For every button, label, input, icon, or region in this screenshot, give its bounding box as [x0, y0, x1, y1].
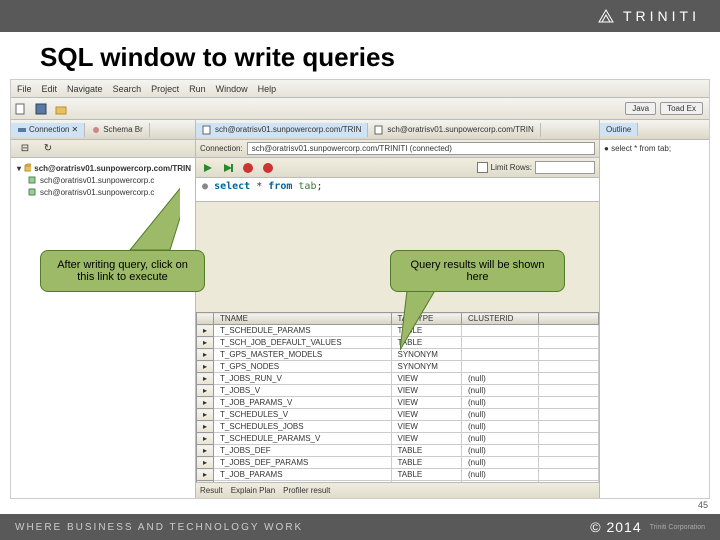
left-toolbar: ⊟ ↻: [11, 140, 195, 158]
callout-arrow-1: [120, 170, 180, 255]
triniti-logo: TRINITI: [597, 8, 700, 24]
brand-banner: TRINITI: [0, 0, 720, 32]
execution-toolbar: Limit Rows:: [196, 158, 599, 178]
limit-rows-label: Limit Rows:: [491, 163, 532, 172]
brand-name: TRINITI: [623, 8, 700, 24]
tab-outline[interactable]: Outline: [600, 123, 638, 136]
result-tab-profiler[interactable]: Profiler result: [283, 486, 330, 495]
menu-window[interactable]: Window: [216, 84, 248, 94]
tagline: WHERE BUSINESS AND TECHNOLOGY WORK: [15, 522, 303, 533]
slide-title: SQL window to write queries: [0, 32, 720, 79]
perspective-java[interactable]: Java: [625, 102, 656, 115]
schema-icon: [91, 125, 101, 135]
tab-connection[interactable]: Connection ✕: [11, 123, 85, 137]
execute-button[interactable]: [200, 160, 216, 176]
result-tab-explain[interactable]: Explain Plan: [231, 486, 275, 495]
db-icon: [24, 163, 31, 173]
editor-tab-1[interactable]: sch@oratrisv01.sunpowercorp.com/TRIN: [196, 123, 368, 137]
limit-rows-input[interactable]: [535, 161, 595, 174]
conn-icon: [27, 175, 37, 185]
menu-file[interactable]: File: [17, 84, 32, 94]
main-toolbar: Java Toad Ex: [11, 98, 709, 120]
execute-script-button[interactable]: [220, 160, 236, 176]
conn-icon: [27, 187, 37, 197]
footer: WHERE BUSINESS AND TECHNOLOGY WORK © 201…: [0, 514, 720, 540]
sql-editor[interactable]: ● select * from tab;: [196, 178, 599, 202]
connection-icon: [17, 125, 27, 135]
close-icon[interactable]: ✕: [71, 125, 78, 134]
sql-file-icon: [374, 125, 384, 135]
sql-file-icon: [202, 125, 212, 135]
callout-results: Query results will be shown here: [390, 250, 565, 292]
outline-item[interactable]: ● select * from tab;: [604, 144, 705, 153]
open-icon[interactable]: [52, 101, 70, 117]
result-tab-result[interactable]: Result: [200, 486, 223, 495]
perspective-toad[interactable]: Toad Ex: [660, 102, 703, 115]
editor-tab-2[interactable]: sch@oratrisv01.sunpowercorp.com/TRIN: [368, 123, 540, 137]
outline-content: ● select * from tab;: [600, 140, 709, 498]
expand-icon[interactable]: ▾: [17, 164, 21, 173]
menu-search[interactable]: Search: [113, 84, 142, 94]
save-icon[interactable]: [32, 101, 50, 117]
page-number: 45: [698, 500, 708, 510]
center-pane: sch@oratrisv01.sunpowercorp.com/TRIN sch…: [196, 120, 599, 498]
tab-schema[interactable]: Schema Br: [85, 123, 150, 137]
menu-edit[interactable]: Edit: [42, 84, 58, 94]
connection-dropdown[interactable]: sch@oratrisv01.sunpowercorp.com/TRINITI …: [247, 142, 595, 155]
stop-button[interactable]: [240, 160, 256, 176]
footer-year: © 2014: [590, 519, 641, 535]
collapse-icon[interactable]: ⊟: [16, 141, 34, 157]
footer-copyright: Triniti Corporation: [650, 524, 705, 531]
refresh-icon[interactable]: ↻: [39, 141, 57, 157]
right-pane: Outline ● select * from tab;: [599, 120, 709, 498]
menu-navigate[interactable]: Navigate: [67, 84, 103, 94]
menu-bar: File Edit Navigate Search Project Run Wi…: [11, 80, 709, 98]
callout-execute: After writing query, click on this link …: [40, 250, 205, 292]
menu-help[interactable]: Help: [258, 84, 277, 94]
step-button[interactable]: [260, 160, 276, 176]
menu-project[interactable]: Project: [151, 84, 179, 94]
limit-rows-checkbox[interactable]: [477, 162, 488, 173]
connection-label: Connection:: [200, 144, 243, 153]
results-table[interactable]: TNAMETABTYPECLUSTERID▸T_SCHEDULE_PARAMST…: [196, 312, 599, 482]
menu-run[interactable]: Run: [189, 84, 206, 94]
new-icon[interactable]: [12, 101, 30, 117]
results-grid: TNAMETABTYPECLUSTERID▸T_SCHEDULE_PARAMST…: [196, 312, 599, 482]
